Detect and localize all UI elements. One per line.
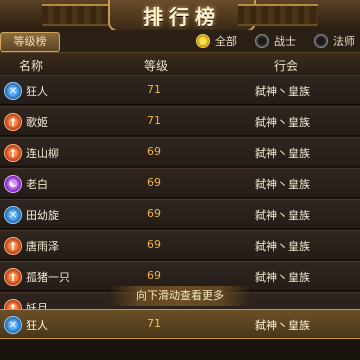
rank-type-tab[interactable]: 等级榜 [0,32,60,52]
self-player-name: 狂人 [26,319,48,332]
player-name: 歌姬 [26,116,48,129]
column-level-header: 等级 [144,59,169,73]
player-name: 唐雨泽 [26,240,59,253]
radio-unselected-icon [314,34,328,48]
table-row[interactable]: ✕ 狂人 71 弑神丶皇族 [0,75,360,105]
player-level: 69 [147,238,161,251]
filter-mage-label: 法师 [333,35,355,48]
filter-warrior-label: 战士 [274,35,296,48]
warrior-icon: † [4,113,22,131]
column-guild-header: 行会 [274,59,299,73]
page-title: 排行榜 [143,4,221,29]
table-row[interactable]: ☯ 老白 69 弑神丶皇族 [0,168,360,198]
bottom-panel [0,339,360,360]
berserker-icon: ✕ [4,316,22,334]
table-row[interactable]: † 歌姬 71 弑神丶皇族 [0,106,360,136]
table-row[interactable]: ✕ 田幼旋 69 弑神丶皇族 [0,199,360,229]
column-name-header: 名称 [19,59,44,73]
player-guild: 弑神丶皇族 [255,85,310,98]
player-name: 连山柳 [26,147,59,160]
player-level: 71 [147,114,161,127]
mage-icon: ☯ [4,175,22,193]
self-player-guild: 弑神丶皇族 [255,319,310,332]
player-guild: 弑神丶皇族 [255,271,310,284]
warrior-icon: † [4,268,22,286]
radio-unselected-icon [255,34,269,48]
table-row[interactable]: † 连山柳 69 弑神丶皇族 [0,137,360,167]
top-bar: 排行榜 [0,0,360,32]
player-level: 71 [147,83,161,96]
self-rank-row[interactable]: ✕ 狂人 71 弑神丶皇族 [0,309,360,339]
filter-bar: 等级榜 全部 战士 法师 [0,30,360,52]
player-guild: 弑神丶皇族 [255,240,310,253]
title-ornament-right [238,4,318,26]
table-header: 名称 等级 行会 [0,52,360,76]
filter-warrior-radio[interactable]: 战士 [255,33,296,49]
title-plate: 排行榜 [108,0,256,32]
table-row[interactable]: † 唐雨泽 69 弑神丶皇族 [0,230,360,260]
player-level: 69 [147,176,161,189]
warrior-icon: † [4,237,22,255]
player-guild: 弑神丶皇族 [255,178,310,191]
berserker-icon: ✕ [4,206,22,224]
player-guild: 弑神丶皇族 [255,147,310,160]
scroll-more-hint: 向下滑动查看更多 [110,286,250,306]
player-name: 田幼旋 [26,209,59,222]
self-player-level: 71 [147,317,161,330]
player-name: 孤猪一只 [26,271,70,284]
player-name: 老白 [26,178,48,191]
warrior-icon: † [4,144,22,162]
player-level: 69 [147,145,161,158]
filter-all-radio[interactable]: 全部 [196,33,237,49]
player-guild: 弑神丶皇族 [255,116,310,129]
radio-selected-icon [196,34,210,48]
berserker-icon: ✕ [4,82,22,100]
player-name: 狂人 [26,85,48,98]
player-level: 69 [147,269,161,282]
player-guild: 弑神丶皇族 [255,209,310,222]
filter-all-label: 全部 [215,35,237,48]
player-level: 69 [147,207,161,220]
filter-mage-radio[interactable]: 法师 [314,33,355,49]
